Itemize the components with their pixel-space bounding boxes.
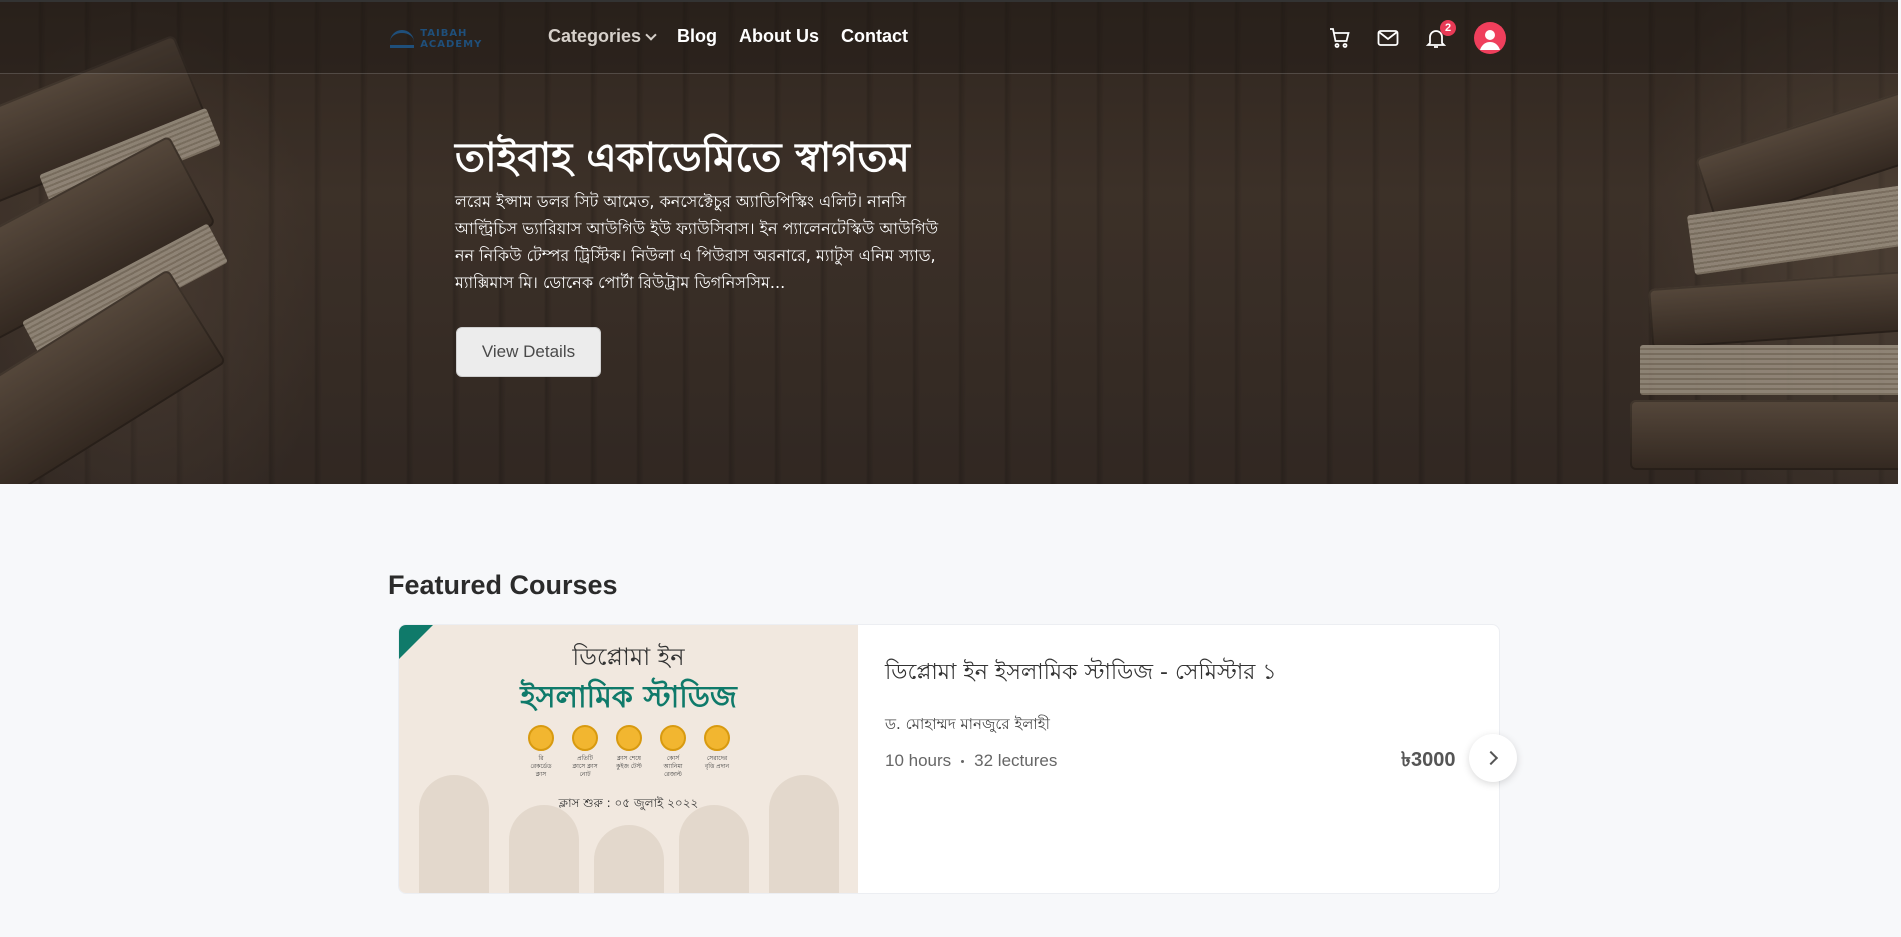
- bell-icon[interactable]: 2: [1424, 20, 1456, 50]
- chevron-down-icon: [645, 28, 657, 41]
- feature-item: সেরাদের বৃত্তি প্রদান: [703, 725, 731, 779]
- course-title[interactable]: ডিপ্লোমা ইন ইসলামিক স্টাডিজ - সেমিস্টার …: [885, 655, 1277, 692]
- nav-blog[interactable]: Blog: [677, 26, 717, 47]
- quiz-icon: [616, 725, 642, 751]
- chevron-right-icon: [1483, 750, 1499, 766]
- logo-icon: [390, 30, 415, 48]
- thumb-title: ইসলামিক স্টাডিজ: [520, 680, 737, 715]
- nav-contact[interactable]: Contact: [841, 26, 908, 47]
- arch-decoration: [769, 775, 839, 893]
- recorded-class-icon: [528, 725, 554, 751]
- feature-item: প্রতিটি ক্লাসে ক্লাস নোট: [571, 725, 599, 779]
- course-meta: 10 hours 32 lectures: [885, 751, 1057, 771]
- feature-item: ক্লাস শেষে কুইজ টেস্ট: [615, 725, 643, 779]
- site-logo[interactable]: TAIBAH ACADEMY: [390, 24, 512, 54]
- hero-title: তাইবাহ একাডেমিতে স্বাগতম: [455, 134, 910, 181]
- result-icon: [660, 725, 686, 751]
- course-price: ৳3000: [1401, 749, 1456, 771]
- scholarship-icon: [704, 725, 730, 751]
- carousel-next-button[interactable]: [1469, 734, 1517, 782]
- course-hours: 10 hours: [885, 751, 952, 770]
- class-note-icon: [572, 725, 598, 751]
- top-navbar: TAIBAH ACADEMY Categories Blog About Us …: [0, 0, 1898, 74]
- arch-decoration: [594, 825, 664, 893]
- meta-separator: [961, 759, 965, 763]
- arch-decoration: [419, 775, 489, 893]
- user-avatar[interactable]: [1474, 22, 1506, 54]
- feature-item: রি রেকর্ডেড ক্লাস: [527, 725, 555, 779]
- nav-about-us[interactable]: About Us: [739, 26, 819, 47]
- nav-categories-label: Categories: [548, 26, 642, 46]
- thumb-start-date: ক্লাস শুরু : ০৫ জুলাই ২০২২: [558, 796, 699, 810]
- nav-categories[interactable]: Categories: [548, 26, 657, 47]
- feature-item: কোর্স অ্যানিমা রেজাল্ট: [659, 725, 687, 779]
- mail-icon[interactable]: [1376, 26, 1400, 50]
- hero-description: লরেম ইপ্সাম ডলর সিট আমেত, কনসেক্টেচুর অ্…: [455, 192, 939, 292]
- nav-links: Categories Blog About Us Contact: [548, 26, 908, 47]
- nav-icons: 2: [1328, 20, 1506, 54]
- thumb-features: রি রেকর্ডেড ক্লাস প্রতিটি ক্লাসে ক্লাস ন…: [527, 725, 731, 779]
- arch-decoration: [679, 805, 749, 893]
- course-thumbnail: ডিপ্লোমা ইন ইসলামিক স্টাডিজ রি রেকর্ডেড …: [399, 625, 858, 893]
- course-author: ড. মোহাম্মদ মানজুরে ইলাহী: [885, 715, 1050, 733]
- notification-badge: 2: [1440, 20, 1456, 36]
- logo-text: TAIBAH ACADEMY: [420, 28, 483, 50]
- arch-decoration: [509, 805, 579, 893]
- cart-icon[interactable]: [1328, 26, 1352, 50]
- course-card[interactable]: ডিপ্লোমা ইন ইসলামিক স্টাডিজ রি রেকর্ডেড …: [398, 624, 1500, 894]
- featured-courses-heading: Featured Courses: [388, 570, 618, 600]
- course-lectures: 32 lectures: [974, 751, 1058, 770]
- view-details-button[interactable]: View Details: [456, 327, 601, 377]
